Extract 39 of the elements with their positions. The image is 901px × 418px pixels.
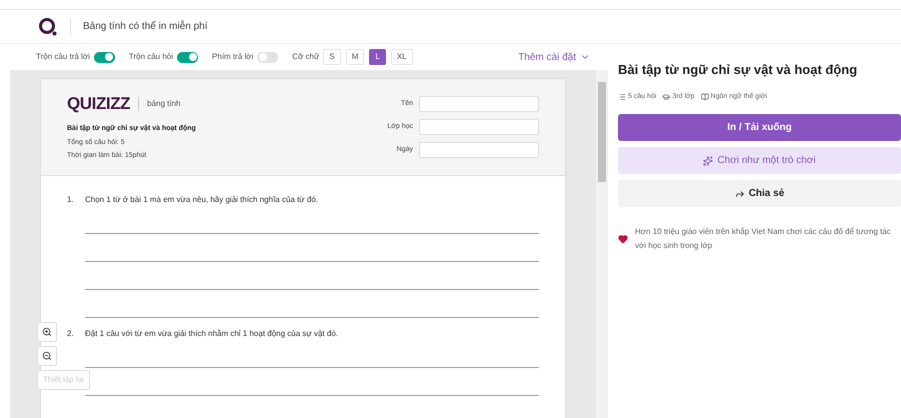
quizizz-logo: QUIZIZZ (67, 95, 130, 112)
input-field[interactable] (419, 119, 539, 135)
question-number: 2. (67, 328, 75, 340)
logo-icon (38, 16, 58, 36)
font-size-button[interactable]: XL (390, 49, 413, 65)
zoom-out-button[interactable] (37, 346, 57, 366)
sparkle-icon (703, 156, 714, 166)
action-button[interactable]: In / Tải xuống (618, 114, 901, 141)
input-field[interactable] (419, 96, 539, 112)
heart-icon (618, 234, 628, 244)
promo-note: Hơn 10 triệu giáo viên trên khắp Viet Nam chơi các câu đố để tương tác với học sinh trong lớp (635, 226, 892, 252)
scrollbar-thumb[interactable] (598, 82, 606, 182)
zoom-out-icon (42, 351, 52, 361)
font-size-button[interactable]: L (369, 49, 386, 65)
toggle-label: Phím trả lời (212, 51, 254, 63)
font-size-label: Cỡ chữ (292, 51, 320, 63)
question-number: 1. (67, 194, 75, 206)
meta-icon (618, 92, 626, 101)
more-settings-button[interactable]: Thêm cài đặt (518, 50, 590, 64)
action-button[interactable]: Chia sẻ (618, 180, 901, 207)
question-text: Chọn 1 từ ở bài 1 mà em vừa nêu, hãy giải thích nghĩa của từ đó. (85, 194, 318, 206)
toggle-switch[interactable] (257, 52, 278, 62)
action-button[interactable]: Chơi như một trò chơi (618, 147, 901, 174)
zoom-in-button[interactable] (37, 322, 57, 342)
font-size-button[interactable]: M (346, 49, 364, 65)
page-title: Bảng tính có thể in miễn phí (83, 19, 208, 34)
toggle-switch[interactable] (94, 52, 115, 62)
meta-icon (662, 92, 670, 101)
toggle-label: Trộn câu hỏi (128, 51, 174, 63)
share-icon (734, 188, 745, 198)
question-text: Đặt 1 câu với từ em vừa giải thích nhằm chỉ 1 hoạt động của sự vật đó. (85, 328, 338, 340)
zoom-in-icon (42, 327, 52, 337)
input-field[interactable] (419, 142, 539, 158)
toggle-label: Trộn câu trả lời (36, 51, 90, 63)
toggle-switch[interactable] (177, 52, 198, 62)
meta-icon (700, 92, 709, 101)
logo-subtitle: bảng tính (147, 98, 180, 110)
quiz-title: Bài tập từ ngữ chỉ sự vật và hoạt động (618, 61, 858, 79)
font-size-button[interactable]: S (323, 49, 341, 65)
